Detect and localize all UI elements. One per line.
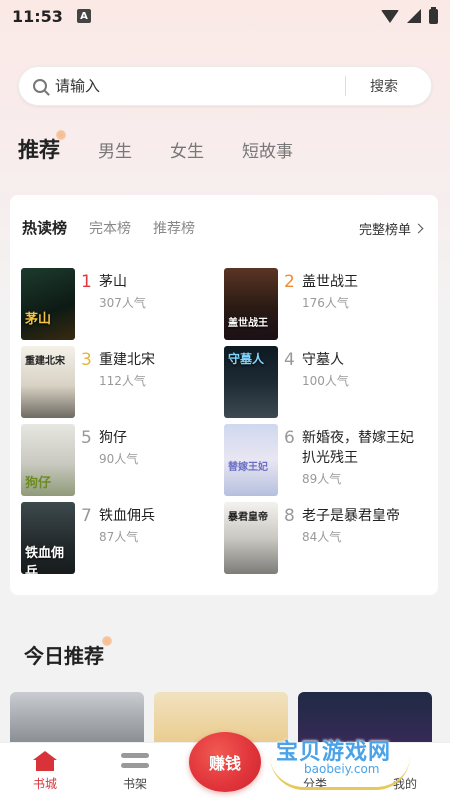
tab-recommend-label: 推荐 [18, 138, 60, 162]
full-list-label: 完整榜单 [358, 223, 411, 238]
title-dot [102, 636, 112, 646]
book-title: 狗仔 [99, 430, 127, 446]
cover-title: 盖世战王 [228, 318, 268, 329]
book-popularity: 176人气 [302, 296, 349, 310]
book-title: 重建北宋 [99, 352, 155, 368]
battery-icon [429, 6, 438, 24]
book-item[interactable]: 狗仔 5 狗仔 90人气 [21, 424, 226, 496]
book-popularity: 84人气 [302, 530, 342, 544]
book-item[interactable]: 重建北宋 3 重建北宋 112人气 [21, 346, 226, 418]
book-cover: 守墓人 [224, 346, 278, 418]
cover-title: 茅山 [25, 312, 52, 327]
book-title: 铁血佣兵 [99, 508, 155, 524]
book-cover: 狗仔 [21, 424, 75, 496]
book-popularity: 100人气 [302, 374, 349, 388]
book-popularity: 89人气 [302, 472, 342, 486]
active-dot [56, 130, 66, 140]
book-cover: 茅山 [21, 268, 75, 340]
rank-number: 7 [81, 506, 92, 526]
search-divider [345, 76, 346, 96]
book-title: 盖世战王 [302, 274, 358, 290]
search-button[interactable]: 搜索 [370, 76, 398, 96]
book-info: 新婚夜，替嫁王妃扒光残王 89人气 [302, 428, 420, 496]
status-time: 11:53 [12, 6, 63, 26]
status-indicators [381, 6, 438, 24]
cover-title: 替嫁王妃 [228, 462, 268, 473]
nav-category-label: 分类 [302, 777, 327, 791]
earn-money-button[interactable]: 赚钱 [189, 732, 261, 792]
book-info: 狗仔 90人气 [99, 428, 217, 496]
signal-icon [407, 9, 421, 23]
book-info: 铁血佣兵 87人气 [99, 506, 217, 574]
wifi-icon [381, 9, 399, 23]
tab-female[interactable]: 女生 [170, 137, 204, 162]
home-icon [33, 751, 57, 771]
tab-recommended-list[interactable]: 推荐榜 [153, 218, 195, 238]
book-item[interactable]: 茅山 1 茅山 307人气 [21, 268, 226, 340]
book-popularity: 307人气 [99, 296, 146, 310]
search-icon [33, 79, 47, 93]
book-cover: 重建北宋 [21, 346, 75, 418]
bookshelf-icon [121, 751, 149, 771]
cover-title: 重建北宋 [25, 356, 65, 367]
tab-hot-read[interactable]: 热读榜 [22, 217, 67, 238]
cover-title: 狗仔 [25, 476, 52, 491]
nav-category[interactable]: 分类 [270, 743, 360, 800]
full-list-link[interactable]: 完整榜单 [358, 219, 424, 238]
book-cover: 替嫁王妃 [224, 424, 278, 496]
tab-completed[interactable]: 完本榜 [89, 218, 131, 238]
book-popularity: 87人气 [99, 530, 139, 544]
book-info: 守墓人 100人气 [302, 350, 420, 418]
notification-icon: A [76, 9, 91, 23]
rank-number: 4 [284, 350, 295, 370]
search-input[interactable] [55, 77, 345, 95]
rank-number: 2 [284, 272, 295, 292]
nav-shelf-label: 书架 [122, 777, 147, 791]
category-tabs: 推荐 男生 女生 短故事 [18, 130, 331, 164]
book-title: 老子是暴君皇帝 [302, 508, 400, 524]
nav-home-label: 书城 [32, 777, 57, 791]
search-bar[interactable]: 搜索 [18, 66, 432, 106]
cover-title: 守墓人 [228, 352, 265, 366]
rank-number: 6 [284, 428, 295, 448]
rank-number: 8 [284, 506, 295, 526]
ranking-tabs: 热读榜 完本榜 推荐榜 [22, 217, 217, 238]
tab-recommend[interactable]: 推荐 [18, 130, 66, 164]
book-item[interactable]: 盖世战王 2 盖世战王 176人气 [224, 268, 429, 340]
book-item[interactable]: 暴君皇帝 8 老子是暴君皇帝 84人气 [224, 502, 429, 574]
book-cover: 铁血佣兵 [21, 502, 75, 574]
today-title-label: 今日推荐 [24, 644, 104, 668]
book-title: 茅山 [99, 274, 127, 290]
rank-number: 3 [81, 350, 92, 370]
book-title: 新婚夜，替嫁王妃扒光残王 [302, 430, 414, 466]
tab-short-story[interactable]: 短故事 [242, 137, 293, 162]
book-title: 守墓人 [302, 352, 344, 368]
rank-number: 1 [81, 272, 92, 292]
book-popularity: 112人气 [99, 374, 146, 388]
book-info: 老子是暴君皇帝 84人气 [302, 506, 420, 574]
nav-mine-label: 我的 [392, 777, 417, 791]
status-bar: 11:53 A [0, 0, 450, 32]
chevron-right-icon [413, 223, 424, 234]
nav-shelf[interactable]: 书架 [90, 743, 180, 800]
tab-male[interactable]: 男生 [98, 137, 132, 162]
ranking-card: 热读榜 完本榜 推荐榜 完整榜单 茅山 1 茅山 307人气 盖世战王 2 盖世… [10, 195, 438, 595]
book-info: 茅山 307人气 [99, 272, 217, 340]
book-item[interactable]: 铁血佣兵 7 铁血佣兵 87人气 [21, 502, 226, 574]
section-title-today: 今日推荐 [24, 636, 112, 669]
nav-mine[interactable]: 我的 [360, 743, 450, 800]
book-cover: 暴君皇帝 [224, 502, 278, 574]
cover-title: 暴君皇帝 [228, 512, 268, 523]
rank-number: 5 [81, 428, 92, 448]
nav-home[interactable]: 书城 [0, 743, 90, 800]
book-popularity: 90人气 [99, 452, 139, 466]
book-info: 重建北宋 112人气 [99, 350, 217, 418]
book-info: 盖世战王 176人气 [302, 272, 420, 340]
cover-title: 铁血佣兵 [25, 546, 65, 574]
book-item[interactable]: 守墓人 4 守墓人 100人气 [224, 346, 429, 418]
book-cover: 盖世战王 [224, 268, 278, 340]
book-item[interactable]: 替嫁王妃 6 新婚夜，替嫁王妃扒光残王 89人气 [224, 424, 429, 496]
